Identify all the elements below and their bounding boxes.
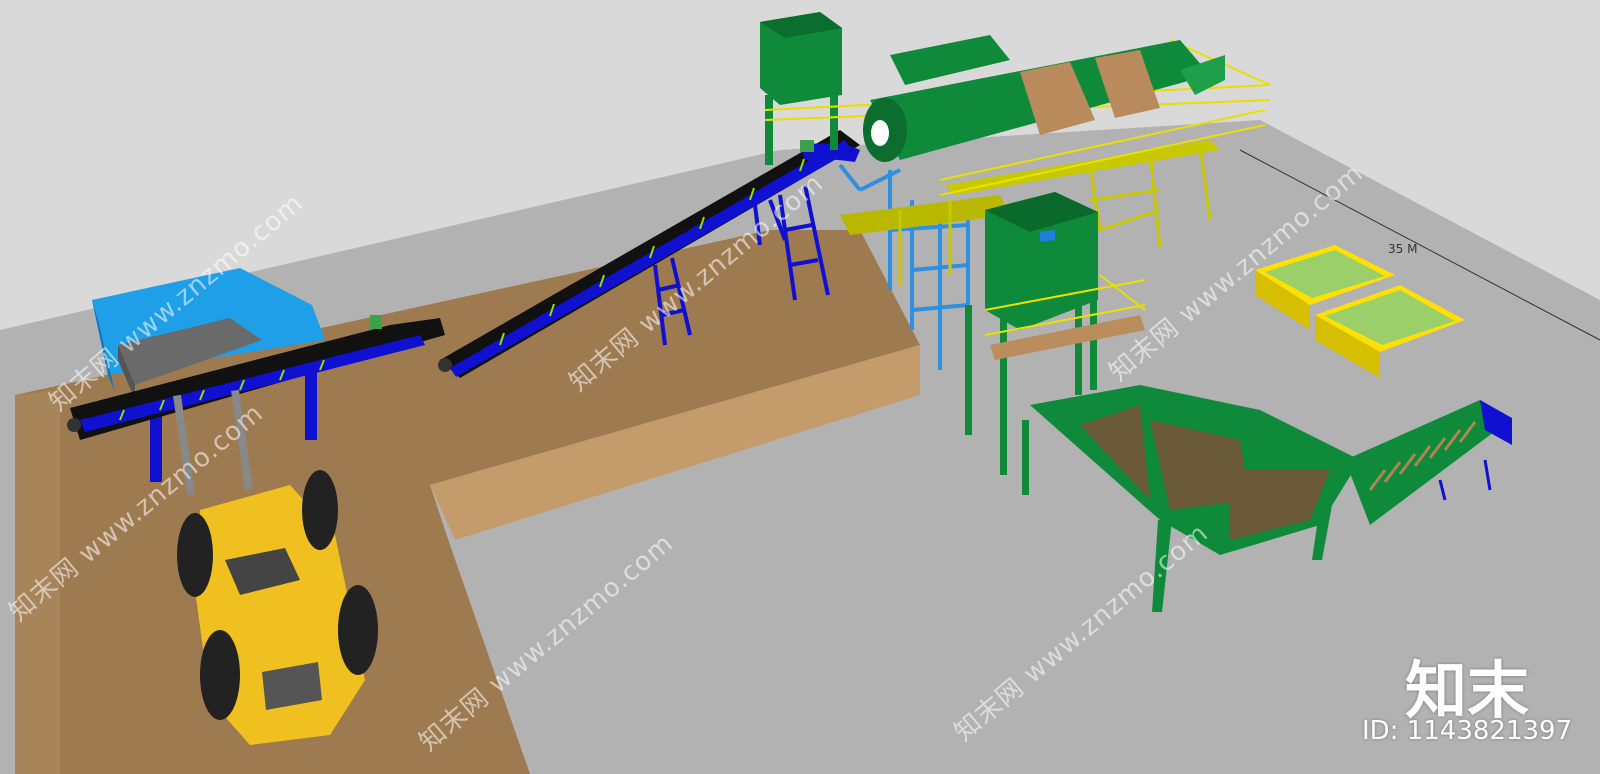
brand-id: ID: 1143821397 [1362, 716, 1573, 746]
plant-scene [0, 0, 1600, 774]
dimension-label: 35 M [1388, 242, 1418, 256]
